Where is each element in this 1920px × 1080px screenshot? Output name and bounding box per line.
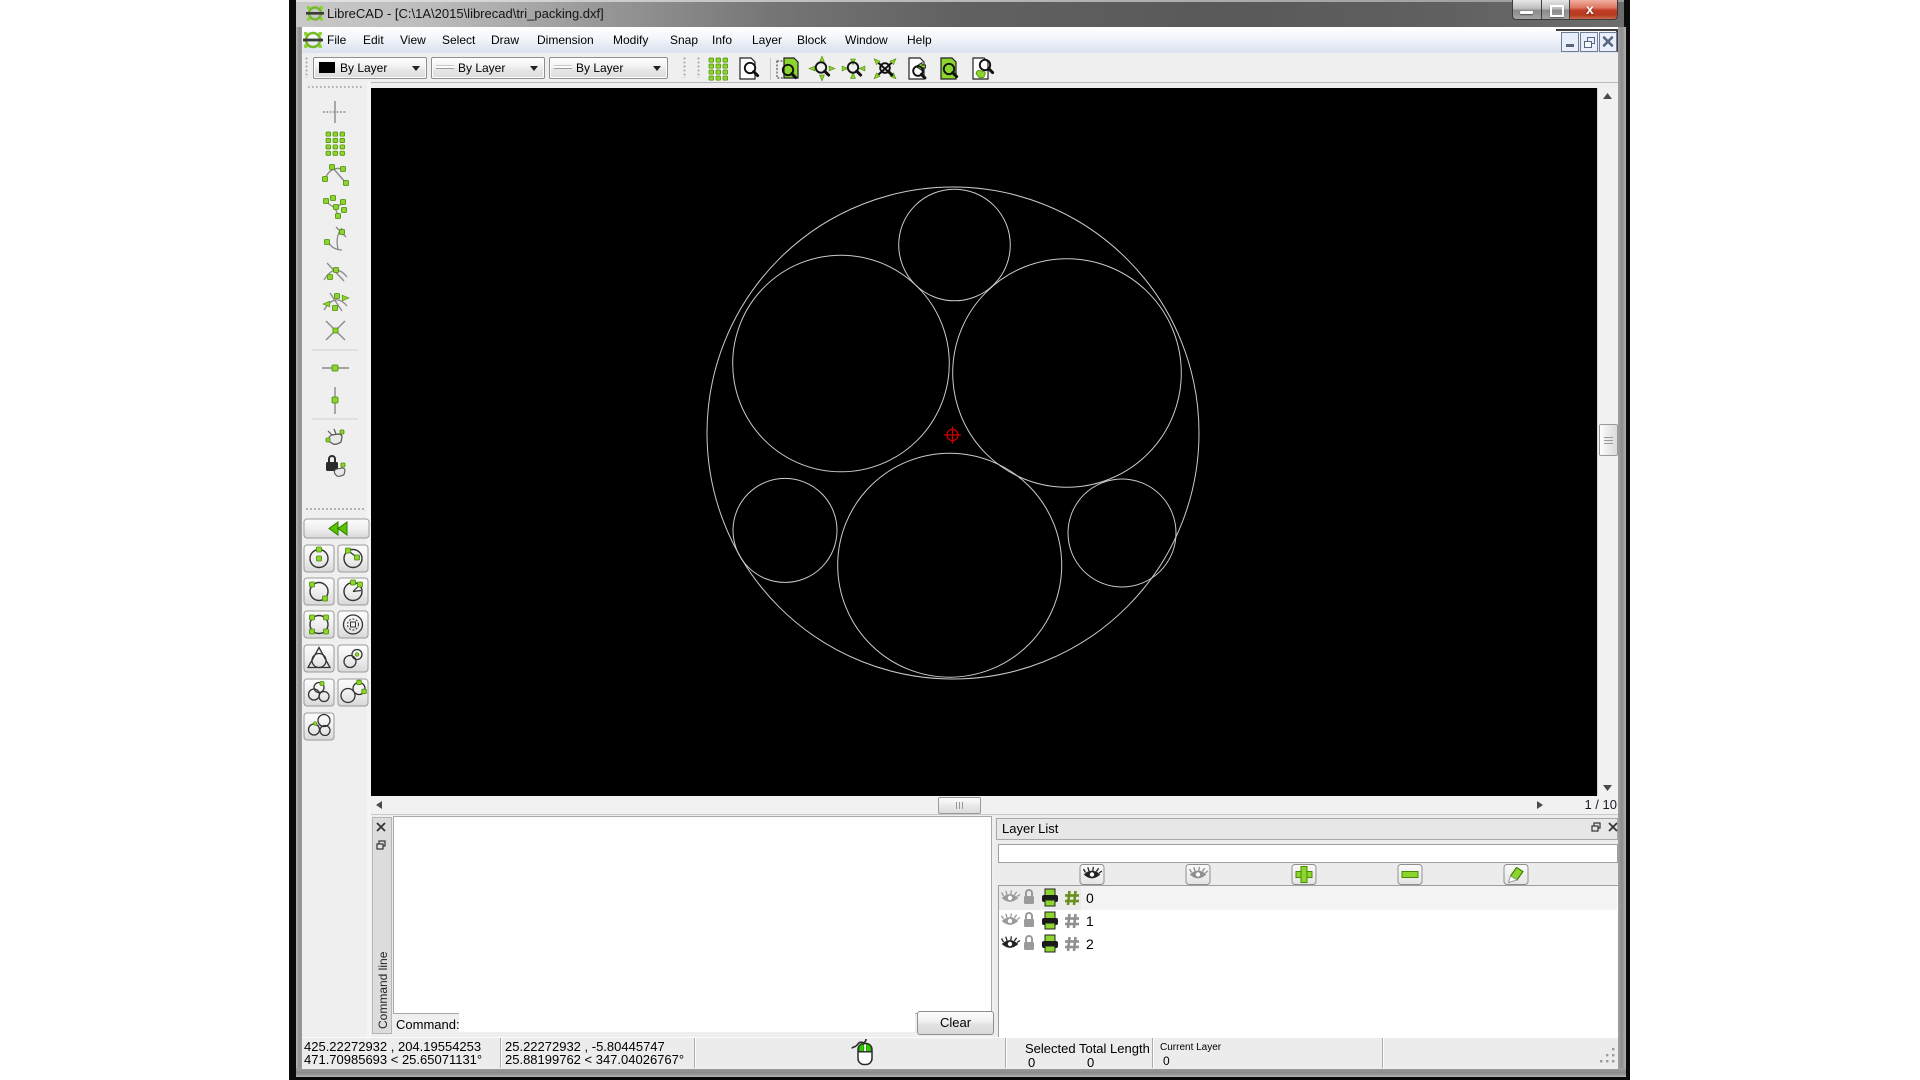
svg-text:2: 2 [1086,936,1094,952]
svg-text:1: 1 [1086,913,1094,929]
svg-text:0: 0 [1086,890,1094,906]
